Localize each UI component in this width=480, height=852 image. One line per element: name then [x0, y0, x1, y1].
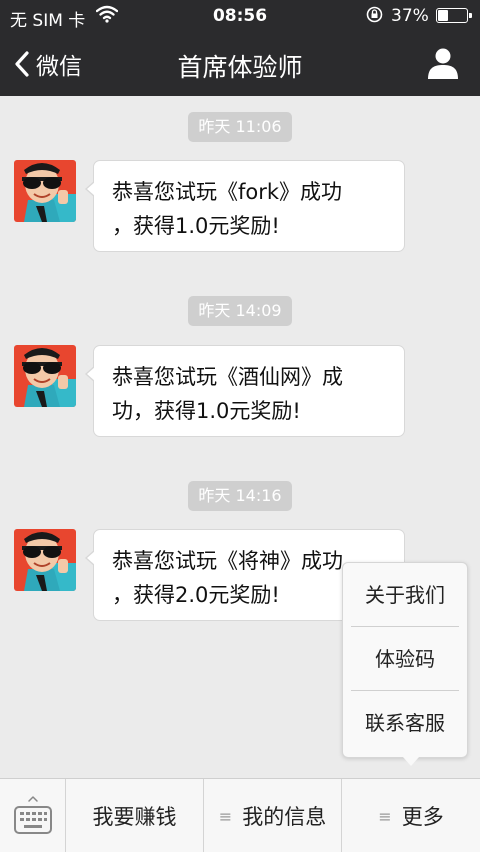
timestamp-pill: 昨天 14:09 — [188, 296, 292, 326]
menu-more[interactable]: ≡ 更多 — [342, 779, 480, 852]
menu-item-contact-support[interactable]: 联系客服 — [351, 691, 459, 755]
menu-my-info[interactable]: ≡ 我的信息 — [204, 779, 342, 852]
menu-item-about-us[interactable]: 关于我们 — [351, 563, 459, 627]
menu-item-experience-code[interactable]: 体验码 — [351, 627, 459, 691]
message-line: 功，获得1.0元奖励! — [112, 399, 301, 423]
timestamp-pill: 昨天 14:16 — [188, 481, 292, 511]
more-popup-menu: 关于我们 体验码 联系客服 — [342, 562, 468, 766]
cartoon-avatar-icon — [14, 160, 76, 222]
menu-label: 我要赚钱 — [92, 805, 177, 829]
status-bar: 无 SIM 卡 08:56 37% — [0, 0, 480, 32]
rotation-lock-icon — [366, 6, 383, 23]
message-line: 恭喜您试玩《fork》成功 — [112, 180, 343, 204]
avatar[interactable] — [14, 160, 76, 222]
menu-label: 我的信息 — [242, 805, 327, 829]
message-bubble[interactable]: 恭喜您试玩《酒仙网》成 功，获得1.0元奖励! — [85, 345, 405, 437]
person-icon[interactable] — [426, 46, 460, 80]
keyboard-icon — [14, 796, 52, 834]
avatar[interactable] — [14, 529, 76, 591]
keyboard-toggle-button[interactable] — [0, 779, 66, 852]
timestamp-pill: 昨天 11:06 — [188, 112, 292, 142]
nav-bar: 微信 首席体验师 — [0, 32, 480, 96]
bottom-menu-bar: 我要赚钱 ≡ 我的信息 ≡ 更多 — [0, 778, 480, 852]
battery-percent: 37% — [391, 6, 429, 26]
menu-earn-money[interactable]: 我要赚钱 — [66, 779, 204, 852]
page-title: 首席体验师 — [177, 53, 303, 82]
menu-lines-icon: ≡ — [378, 806, 392, 826]
avatar[interactable] — [14, 345, 76, 407]
message-line: ，获得1.0元奖励! — [112, 214, 280, 238]
battery-icon — [436, 8, 472, 23]
cartoon-avatar-icon — [14, 529, 76, 591]
menu-lines-icon: ≡ — [218, 806, 233, 826]
message-bubble[interactable]: 恭喜您试玩《fork》成功 ，获得1.0元奖励! — [85, 160, 405, 252]
message-line: 恭喜您试玩《酒仙网》成 — [112, 365, 343, 389]
cartoon-avatar-icon — [14, 345, 76, 407]
battery-fill — [438, 10, 448, 21]
menu-label: 更多 — [401, 805, 444, 829]
